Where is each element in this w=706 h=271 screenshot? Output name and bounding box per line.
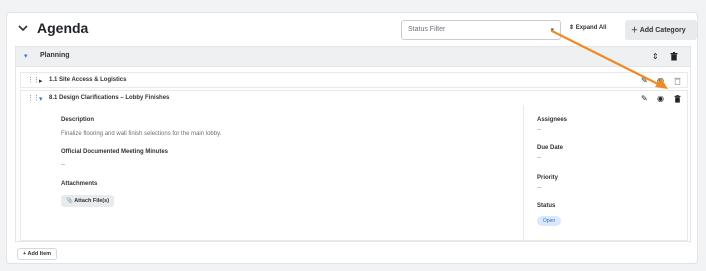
agenda-item-row-expanded[interactable]: ⋮⋮ ▾ 8.1 Design Clarifications – Lobby F… [20, 90, 688, 106]
caret-down-icon: ▾ [550, 27, 554, 34]
eye-icon[interactable]: ◉ [657, 76, 664, 85]
status-filter-placeholder: Status Filter [408, 26, 446, 33]
add-category-label: Add Category [639, 27, 686, 34]
agenda-item-label: 1.1 Site Access & Logistics [49, 77, 127, 83]
agenda-item-detail: Description Finalize flooring and wall f… [20, 105, 688, 241]
sort-icon[interactable]: ⇕ [652, 52, 659, 61]
assignees-value: -- [537, 127, 541, 133]
category-section: ▾ Planning ⇕ ⋮⋮ ▸ 1.1 Site Access & Logi… [15, 46, 691, 242]
category-header[interactable]: ▾ Planning ⇕ [16, 47, 690, 67]
detail-divider [523, 105, 524, 240]
attach-files-label: Attach File(s) [74, 198, 110, 204]
trash-icon[interactable] [674, 77, 681, 85]
triangle-right-icon[interactable]: ▸ [39, 77, 43, 85]
add-category-button[interactable]: ＋ Add Category [625, 20, 697, 40]
add-item-label: Add Item [27, 251, 52, 257]
attachments-label: Attachments [61, 181, 98, 187]
priority-label: Priority [537, 175, 559, 181]
eye-icon[interactable]: ◉ [657, 94, 664, 103]
description-text: Finalize flooring and wall finish select… [61, 131, 222, 137]
assignees-label: Assignees [537, 117, 568, 123]
status-label: Status [537, 203, 556, 209]
chevron-down-icon[interactable] [17, 22, 29, 34]
minutes-label: Official Documented Meeting Minutes [61, 149, 169, 155]
add-item-button[interactable]: + Add Item [17, 248, 58, 260]
description-label: Description [61, 117, 95, 123]
expand-all-label: Expand All [575, 25, 607, 31]
plus-icon: + [23, 251, 27, 257]
triangle-down-icon[interactable]: ▾ [39, 95, 43, 103]
status-badge: Open [537, 216, 561, 226]
plus-icon: ＋ [631, 27, 638, 34]
pencil-icon[interactable]: ✎ [641, 94, 648, 103]
pencil-icon[interactable]: ✎ [641, 76, 648, 85]
agenda-header: Agenda Status Filter ▾ ⇕ Expand All ＋ Ad… [7, 13, 697, 43]
sort-icon: ⇕ [569, 25, 575, 31]
agenda-card: Agenda Status Filter ▾ ⇕ Expand All ＋ Ad… [6, 12, 698, 264]
attach-files-button[interactable]: 📎 Attach File(s) [61, 195, 115, 207]
due-date-value: -- [537, 155, 541, 161]
triangle-down-icon[interactable]: ▾ [24, 52, 28, 60]
category-name: Planning [40, 52, 70, 59]
agenda-item-row[interactable]: ⋮⋮ ▸ 1.1 Site Access & Logistics ✎ ◉ [20, 72, 688, 88]
priority-value: -- [537, 185, 541, 191]
expand-all-button[interactable]: ⇕ Expand All [569, 24, 607, 31]
drag-handle-icon[interactable]: ⋮⋮ [27, 94, 40, 102]
minutes-value: -- [61, 162, 65, 168]
due-date-label: Due Date [537, 145, 564, 151]
trash-icon[interactable] [670, 52, 678, 61]
agenda-item-label: 8.1 Design Clarifications – Lobby Finish… [49, 95, 170, 101]
page-title: Agenda [37, 20, 89, 36]
status-filter-select[interactable]: Status Filter ▾ [401, 20, 561, 40]
paperclip-icon: 📎 [66, 198, 73, 204]
trash-icon[interactable] [674, 95, 681, 103]
drag-handle-icon[interactable]: ⋮⋮ [27, 76, 40, 84]
